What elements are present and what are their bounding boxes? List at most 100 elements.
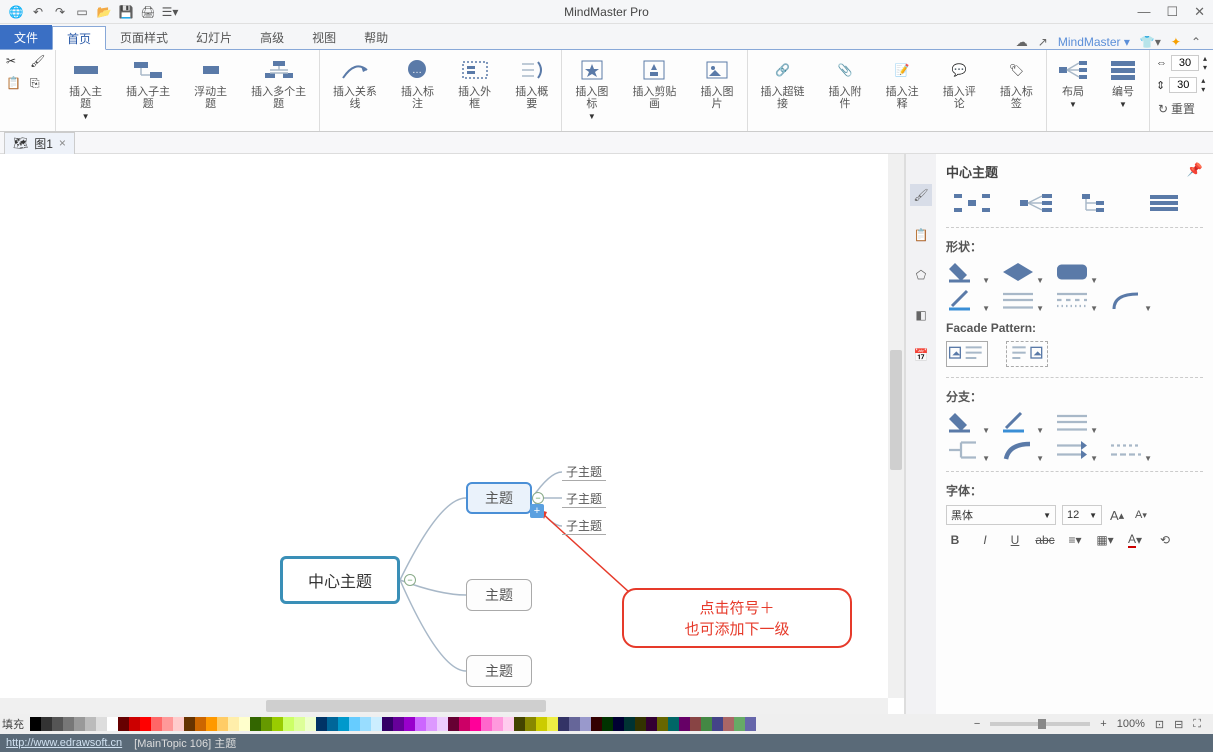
collapse-handle[interactable]: − xyxy=(532,492,544,504)
undo-icon[interactable]: ↶ xyxy=(30,4,46,20)
new-icon[interactable]: ▭ xyxy=(74,4,90,20)
color-swatch[interactable] xyxy=(184,717,195,731)
subtopic-node-3[interactable]: 子主题 xyxy=(562,517,606,535)
color-swatch[interactable] xyxy=(723,717,734,731)
cut-icon[interactable]: ✂ xyxy=(6,54,24,72)
color-swatch[interactable] xyxy=(635,717,646,731)
color-swatch[interactable] xyxy=(195,717,206,731)
zoom-in-button[interactable]: + xyxy=(1100,718,1106,730)
insert-tag-button[interactable]: 🏷插入标签 xyxy=(993,54,1040,112)
color-swatch[interactable] xyxy=(360,717,371,731)
floating-topic-button[interactable]: 浮动主题 xyxy=(187,54,234,112)
color-swatch[interactable] xyxy=(679,717,690,731)
panel-tab-outline[interactable]: 📋 xyxy=(910,224,932,246)
font-color-button[interactable]: A▾ xyxy=(1126,531,1144,549)
branch-arrow-picker[interactable]: ▼ xyxy=(1054,439,1090,461)
color-swatch[interactable] xyxy=(217,717,228,731)
panel-tab-theme[interactable]: ⬠ xyxy=(910,264,932,286)
color-swatch[interactable] xyxy=(470,717,481,731)
color-palette[interactable] xyxy=(30,717,756,731)
close-button[interactable]: ✕ xyxy=(1194,4,1205,20)
layout-button[interactable]: 布局▼ xyxy=(1053,54,1093,111)
shape-picker[interactable]: ▼ xyxy=(1000,261,1036,283)
globe-icon[interactable]: 🌐 xyxy=(8,4,24,20)
topic-node-2[interactable]: 主题 xyxy=(466,579,532,611)
canvas[interactable]: 中心主题 − 主题 − + 主题 主题 子主题 子主题 子主题 点击符号＋ 也可… xyxy=(0,154,905,714)
central-topic-node[interactable]: 中心主题 xyxy=(280,556,400,604)
open-icon[interactable]: 📂 xyxy=(96,4,112,20)
tab-advanced[interactable]: 高级 xyxy=(246,25,298,49)
color-swatch[interactable] xyxy=(118,717,129,731)
color-swatch[interactable] xyxy=(30,717,41,731)
color-swatch[interactable] xyxy=(173,717,184,731)
topic-node-3[interactable]: 主题 xyxy=(466,655,532,687)
insert-clipart-button[interactable]: 插入剪贴画 xyxy=(625,54,683,112)
color-swatch[interactable] xyxy=(503,717,514,731)
brand-link[interactable]: MindMaster ▾ xyxy=(1058,35,1130,49)
color-swatch[interactable] xyxy=(404,717,415,731)
color-swatch[interactable] xyxy=(624,717,635,731)
branch-weight-picker[interactable]: ▼ xyxy=(1054,411,1090,433)
color-swatch[interactable] xyxy=(228,717,239,731)
color-swatch[interactable] xyxy=(261,717,272,731)
color-swatch[interactable] xyxy=(371,717,382,731)
file-menu[interactable]: 文件 xyxy=(0,25,52,49)
horizontal-scrollbar[interactable] xyxy=(0,698,888,714)
color-swatch[interactable] xyxy=(525,717,536,731)
share-icon[interactable]: ↗ xyxy=(1038,35,1048,49)
font-family-select[interactable]: 黑体▼ xyxy=(946,505,1056,525)
branch-fill-picker[interactable]: ▼ xyxy=(946,411,982,433)
increase-font-button[interactable]: A▴ xyxy=(1108,506,1126,524)
insert-callout-button[interactable]: …插入标注 xyxy=(394,54,441,112)
fit-page-icon[interactable]: ⊡ xyxy=(1155,718,1164,731)
color-swatch[interactable] xyxy=(481,717,492,731)
fit-width-icon[interactable]: ⊟ xyxy=(1174,718,1183,731)
color-swatch[interactable] xyxy=(41,717,52,731)
align-button[interactable]: ≡▾ xyxy=(1066,531,1084,549)
color-swatch[interactable] xyxy=(151,717,162,731)
branch-dash-picker[interactable]: ▼ xyxy=(1108,439,1144,461)
branch-style2-picker[interactable]: ▼ xyxy=(1000,439,1036,461)
color-swatch[interactable] xyxy=(547,717,558,731)
logo-icon[interactable]: ✦ xyxy=(1171,35,1181,49)
color-swatch[interactable] xyxy=(514,717,525,731)
color-swatch[interactable] xyxy=(415,717,426,731)
collapse-ribbon-icon[interactable]: ⌃ xyxy=(1191,35,1201,49)
insert-comment-button[interactable]: 💬插入评论 xyxy=(936,54,983,112)
document-tab[interactable]: 🗺 图1 × xyxy=(4,132,75,154)
pin-icon[interactable]: 📌 xyxy=(1187,162,1203,181)
border-color-picker[interactable]: ▼ xyxy=(946,289,982,311)
insert-summary-button[interactable]: 插入概要 xyxy=(508,54,555,112)
collapse-handle[interactable]: − xyxy=(404,574,416,586)
color-swatch[interactable] xyxy=(283,717,294,731)
layout-opt-list[interactable] xyxy=(1138,189,1190,217)
options-icon[interactable]: ☰▾ xyxy=(162,4,178,20)
color-swatch[interactable] xyxy=(382,717,393,731)
color-swatch[interactable] xyxy=(349,717,360,731)
zoom-slider[interactable] xyxy=(990,722,1090,726)
color-swatch[interactable] xyxy=(646,717,657,731)
insert-attachment-button[interactable]: 📎插入附件 xyxy=(821,54,868,112)
color-swatch[interactable] xyxy=(63,717,74,731)
line-dash-picker[interactable]: ▼ xyxy=(1054,289,1090,311)
bold-button[interactable]: B xyxy=(946,531,964,549)
save-icon[interactable]: 💾 xyxy=(118,4,134,20)
color-swatch[interactable] xyxy=(690,717,701,731)
insert-note-button[interactable]: 📝插入注释 xyxy=(879,54,926,112)
layout-opt-right[interactable] xyxy=(1010,189,1062,217)
color-swatch[interactable] xyxy=(162,717,173,731)
underline-button[interactable]: U xyxy=(1006,531,1024,549)
tab-help[interactable]: 帮助 xyxy=(350,25,402,49)
branch-style1-picker[interactable]: ▼ xyxy=(946,439,982,461)
color-swatch[interactable] xyxy=(272,717,283,731)
cloud-icon[interactable]: ☁ xyxy=(1016,35,1028,49)
minimize-button[interactable]: — xyxy=(1137,4,1150,20)
insert-hyperlink-button[interactable]: 🔗插入超链接 xyxy=(754,54,812,112)
insert-topic-button[interactable]: 插入主题▼ xyxy=(62,54,109,123)
add-subtopic-handle[interactable]: + xyxy=(530,504,544,518)
tab-home[interactable]: 首页 xyxy=(52,26,106,50)
color-swatch[interactable] xyxy=(52,717,63,731)
clear-format-button[interactable]: ⟲ xyxy=(1156,531,1174,549)
italic-button[interactable]: I xyxy=(976,531,994,549)
color-swatch[interactable] xyxy=(85,717,96,731)
